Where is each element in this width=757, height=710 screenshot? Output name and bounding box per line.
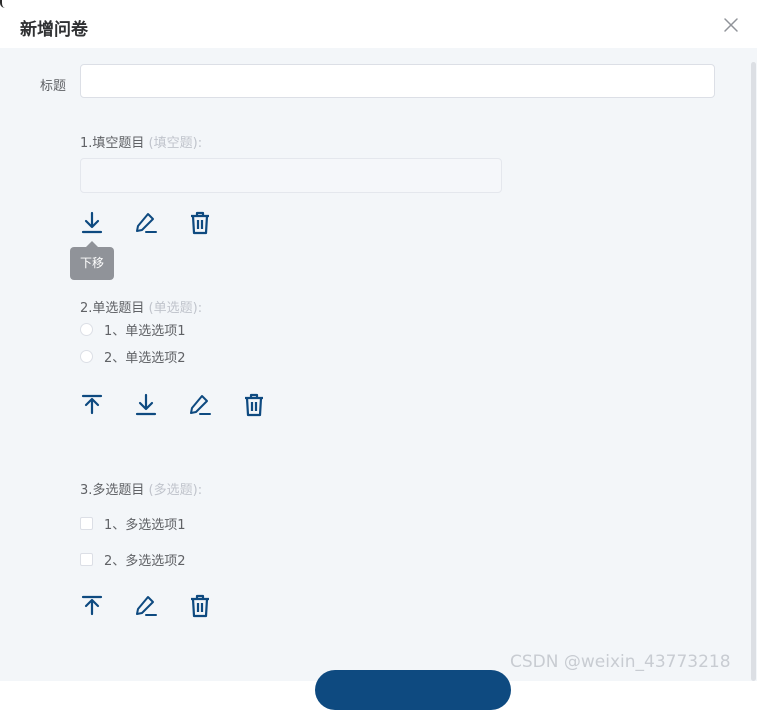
checkbox-option[interactable]: 2、多选选项2 [80,551,186,569]
question-1-title: 1.填空题目 (填空题): [80,132,202,151]
radio-option-label: 1、单选选项1 [104,323,186,339]
radio-option[interactable]: 2、单选选项2 [80,348,186,366]
question-2-title: 2.单选题目 (单选题): [80,297,202,316]
question-2-label: 2.单选题目 [80,301,145,316]
scrollbar-thumb[interactable] [751,62,756,681]
window-corner [0,0,5,8]
close-icon[interactable] [720,14,742,36]
radio-option-label: 2、单选选项2 [104,350,186,366]
dialog-title: 新增问卷 [20,20,88,40]
edit-icon[interactable] [188,393,212,417]
move-down-icon[interactable] [80,211,104,235]
checkbox-option[interactable]: 1、多选选项1 [80,515,186,533]
edit-icon[interactable] [134,211,158,235]
checkbox-option-label: 1、多选选项1 [104,517,186,533]
edit-icon[interactable] [134,594,158,618]
checkbox-option-label: 2、多选选项2 [104,553,186,569]
question-3-label: 3.多选题目 [80,483,145,498]
question-1-type: (填空题): [148,136,203,151]
delete-icon[interactable] [188,594,212,618]
title-input[interactable] [80,64,715,98]
checkbox[interactable] [80,516,93,530]
question-2-type: (单选题): [148,301,203,316]
vertical-scrollbar[interactable] [750,48,757,681]
question-1-label: 1.填空题目 [80,136,145,151]
question-1-answer-input[interactable] [80,158,502,193]
question-3-title: 3.多选题目 (多选题): [80,479,202,498]
radio-button[interactable] [80,322,93,336]
radio-option[interactable]: 1、单选选项1 [80,321,186,339]
submit-button[interactable] [315,670,511,710]
move-down-tooltip: 下移 [70,241,114,280]
move-up-icon[interactable] [80,594,104,618]
watermark: CSDN @weixin_43773218 [510,652,731,672]
title-label: 标题 [40,79,67,94]
delete-icon[interactable] [242,393,266,417]
dialog-header: 新增问卷 [0,0,757,48]
delete-icon[interactable] [188,211,212,235]
checkbox[interactable] [80,552,93,566]
question-3-type: (多选题): [148,483,203,498]
move-up-icon[interactable] [80,393,104,417]
radio-button[interactable] [80,349,93,363]
move-down-icon[interactable] [134,393,158,417]
